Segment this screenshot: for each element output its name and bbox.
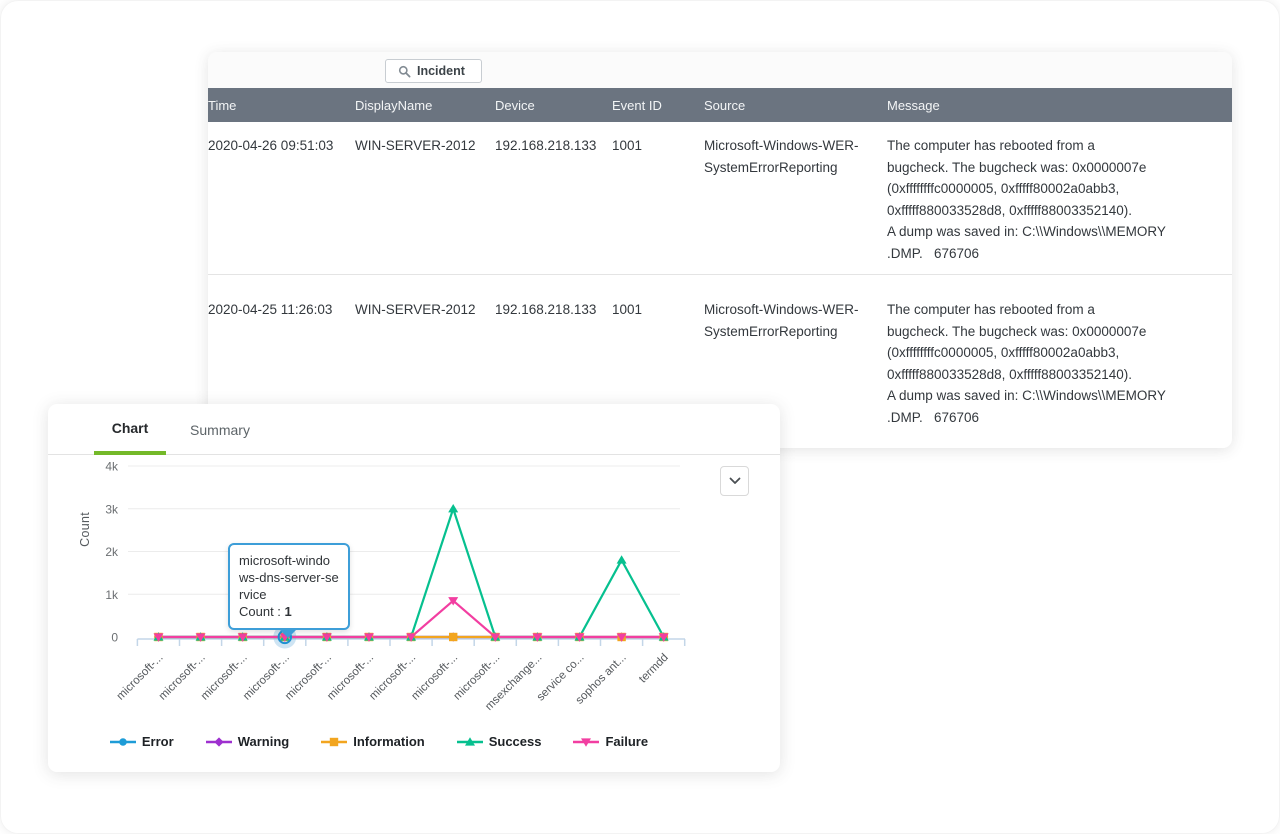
svg-text:4k: 4k: [105, 460, 119, 474]
legend-label: Error: [141, 734, 174, 749]
cell-source: Microsoft-Windows-WER- SystemErrorReporti…: [704, 138, 859, 175]
legend-item-error[interactable]: Error: [109, 734, 174, 749]
svg-text:1k: 1k: [105, 588, 119, 602]
app-background: Incident Time DisplayName Device Event I…: [0, 0, 1280, 834]
events-toolbar: Incident: [208, 52, 1232, 88]
triangle-up-marker-icon: [456, 736, 483, 746]
diamond-marker-icon: [205, 736, 232, 747]
svg-text:2k: 2k: [105, 545, 119, 559]
legend-item-success[interactable]: Success: [456, 734, 542, 749]
cell-eventid: 1001: [612, 138, 643, 153]
triangle-down-marker-icon: [573, 737, 600, 747]
circle-marker-icon: [109, 737, 136, 746]
cell-device: 192.168.218.133: [495, 138, 597, 153]
column-header-device: Device: [495, 97, 535, 113]
tooltip-count-value: 1: [284, 604, 292, 619]
svg-text:3k: 3k: [105, 502, 119, 516]
column-header-source: Source: [704, 97, 746, 113]
chart-legend: Error Warning Information Success Failure: [48, 734, 710, 749]
legend-label: Warning: [237, 734, 290, 749]
legend-item-warning[interactable]: Warning: [205, 734, 290, 749]
tab-chart[interactable]: Chart: [94, 404, 166, 455]
chart-tooltip: microsoft-windows-dns-server-service Cou…: [228, 543, 350, 638]
column-header-eventid: Event ID: [612, 97, 662, 113]
cell-message: The computer has rebooted from a bugcheck…: [887, 302, 1166, 425]
cell-displayname: WIN-SERVER-2012: [355, 138, 476, 153]
line-chart: 01k2k3k4kmicrosoft-...microsoft-...micro…: [105, 460, 686, 713]
legend-item-information[interactable]: Information: [321, 734, 425, 749]
incident-button[interactable]: Incident: [385, 59, 482, 83]
tab-summary[interactable]: Summary: [182, 404, 258, 455]
tabs-bar: Chart Summary: [48, 404, 780, 455]
table-header-row: Time DisplayName Device Event ID Source …: [208, 88, 1232, 122]
tooltip-count: Count : 1: [239, 604, 292, 619]
chart-card: Chart Summary Count 0 1k 2k 3k 4k microsoft-.…: [48, 404, 780, 772]
square-marker-icon: [321, 737, 348, 746]
svg-text:termdd: termdd: [637, 652, 671, 686]
legend-label: Information: [353, 734, 425, 749]
magnifier-incident-icon: [398, 65, 411, 78]
table-row[interactable]: 2020-04-26 09:51:03 WIN-SERVER-2012 192.…: [208, 122, 1232, 274]
column-header-displayname: DisplayName: [355, 97, 433, 113]
tooltip-service-name: microsoft-windows-dns-server-service: [239, 553, 339, 602]
cell-time: 2020-04-26 09:51:03: [208, 138, 334, 153]
column-header-message: Message: [887, 97, 940, 113]
column-header-time: Time: [208, 97, 237, 113]
legend-label: Success: [488, 734, 542, 749]
legend-label: Failure: [605, 734, 649, 749]
events-table-card: Incident Time DisplayName Device Event I…: [208, 52, 1232, 448]
svg-text:0: 0: [111, 631, 118, 645]
cell-message: The computer has rebooted from a bugcheck…: [887, 138, 1166, 261]
incident-button-label: Incident: [417, 64, 465, 78]
legend-item-failure[interactable]: Failure: [573, 734, 648, 749]
table-body: 2020-04-26 09:51:03 WIN-SERVER-2012 192.…: [208, 122, 1232, 438]
